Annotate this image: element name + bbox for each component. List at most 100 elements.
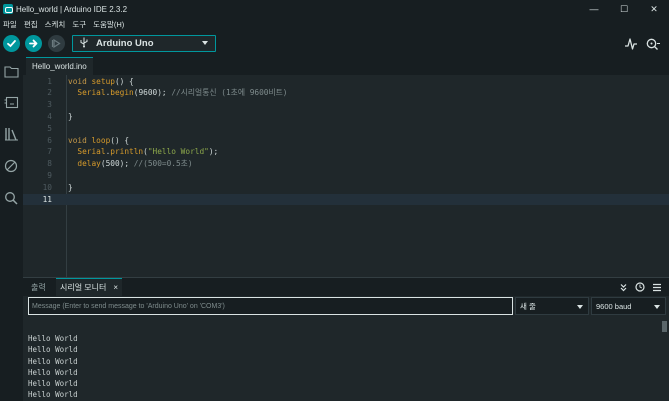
code-token: println xyxy=(110,147,144,157)
editor-tab-bar: Hello_world.ino xyxy=(23,56,669,75)
code-token: ); xyxy=(208,147,219,157)
code-token: } xyxy=(68,111,73,121)
title-bar: Hello_world | Arduino IDE 2.3.2 — ☐ ✕ xyxy=(0,0,669,18)
menu-file[interactable]: 파일 xyxy=(3,19,17,30)
serial-plotter-icon xyxy=(625,38,637,50)
code-line: 3 xyxy=(23,99,669,111)
code-text: void loop() { xyxy=(68,135,129,147)
tab-serial-monitor-label: 시리얼 모니터 xyxy=(60,283,107,292)
board-selector[interactable]: Arduino Uno xyxy=(72,35,216,52)
menu-tools[interactable]: 도구 xyxy=(72,19,86,30)
code-token: } xyxy=(68,182,73,192)
clear-output-button[interactable] xyxy=(651,281,663,293)
boards-manager-icon[interactable] xyxy=(3,94,19,110)
code-line: 4} xyxy=(23,111,669,123)
code-line: 9 xyxy=(23,170,669,182)
board-name: Arduino Uno xyxy=(96,38,154,49)
code-text: Serial.println("Hello World"); xyxy=(68,146,218,158)
code-token: loop xyxy=(91,135,111,145)
search-icon[interactable] xyxy=(3,190,19,206)
library-manager-icon[interactable] xyxy=(3,126,19,142)
chevron-down-icon xyxy=(577,305,583,309)
maximize-button[interactable]: ☐ xyxy=(609,0,639,18)
code-text: } xyxy=(68,182,73,194)
panel-tab-bar: 출력 시리얼 모니터 × xyxy=(23,278,669,296)
code-token: setup xyxy=(91,76,115,86)
menu-help[interactable]: 도움말(H) xyxy=(93,19,124,30)
menu-bar: 파일 편집 스케치 도구 도움말(H) xyxy=(0,18,669,31)
window-title: Hello_world | Arduino IDE 2.3.2 xyxy=(16,4,128,14)
clock-icon xyxy=(635,282,645,292)
menu-sketch[interactable]: 스케치 xyxy=(45,19,66,30)
code-token: Serial xyxy=(77,88,106,98)
code-line: 6 void loop() { xyxy=(23,135,669,147)
line-number: 6 xyxy=(47,135,52,145)
tab-output[interactable]: 출력 xyxy=(31,278,46,296)
menu-edit[interactable]: 편집 xyxy=(24,19,38,30)
code-line: 7 Serial.println("Hello World"); xyxy=(23,146,669,158)
line-number: 2 xyxy=(47,88,52,98)
debug-button[interactable] xyxy=(48,35,65,52)
sketchbook-icon[interactable] xyxy=(3,63,19,79)
minimize-button[interactable]: — xyxy=(579,0,609,18)
toggle-timestamp-button[interactable] xyxy=(634,281,646,293)
line-number: 9 xyxy=(47,170,52,180)
line-number: 1 xyxy=(47,76,52,86)
line-number: 7 xyxy=(47,147,52,157)
code-token: //(500=0.5초) xyxy=(133,159,193,169)
close-icon[interactable]: × xyxy=(113,283,118,292)
serial-output-line: Hello World xyxy=(28,356,78,366)
tab-serial-monitor[interactable]: 시리얼 모니터 × xyxy=(56,278,123,296)
code-token: //시리얼통신 (1초에 9600비트) xyxy=(171,88,288,98)
code-token: void xyxy=(68,135,87,145)
toolbar: Arduino Uno xyxy=(0,31,669,56)
code-token: Serial xyxy=(77,147,106,157)
code-token: delay xyxy=(77,159,101,169)
check-icon xyxy=(7,40,16,48)
code-editor[interactable]: 1 void setup() {2 Serial.begin(9600); //시… xyxy=(23,75,669,277)
verify-button[interactable] xyxy=(3,35,20,52)
serial-output-line: Hello World xyxy=(28,367,78,377)
baud-rate-value: 9600 baud xyxy=(596,301,632,311)
toggle-autoscroll-button[interactable] xyxy=(617,281,629,293)
code-token: begin xyxy=(110,88,134,98)
code-text: } xyxy=(68,111,73,123)
menu-lines-icon xyxy=(653,283,661,291)
serial-plotter-button[interactable] xyxy=(623,36,639,52)
debug-icon xyxy=(51,38,61,49)
line-number: 5 xyxy=(47,123,52,133)
serial-scrollbar[interactable] xyxy=(662,321,667,332)
code-line: 11 xyxy=(23,193,669,206)
chevron-down-icon xyxy=(202,41,208,45)
code-line: 10} xyxy=(23,182,669,194)
serial-output-line: Hello World xyxy=(28,390,78,400)
code-token: "Hello World" xyxy=(147,147,209,157)
code-token: () { xyxy=(110,135,130,145)
upload-button[interactable] xyxy=(25,35,42,52)
code-text: void setup() { xyxy=(68,76,134,88)
code-line: 2 Serial.begin(9600); //시리얼통신 (1초에 9600비… xyxy=(23,87,669,99)
tab-hello-world[interactable]: Hello_world.ino xyxy=(26,57,93,75)
debug-panel-icon[interactable] xyxy=(3,158,19,174)
close-window-button[interactable]: ✕ xyxy=(639,0,669,18)
serial-monitor-icon xyxy=(646,38,660,50)
code-line: 1 void setup() { xyxy=(23,76,669,88)
arrow-right-icon xyxy=(29,39,38,48)
chevron-double-down-icon xyxy=(620,283,626,291)
code-text: delay(500); //(500=0.5초) xyxy=(68,158,193,170)
serial-message-input[interactable]: Message (Enter to send message to 'Ardui… xyxy=(28,297,513,315)
serial-output: Hello World Hello World Hello World Hell… xyxy=(28,333,648,401)
serial-output-line: Hello World xyxy=(28,334,78,343)
code-text: Serial.begin(9600); //시리얼통신 (1초에 9600비트) xyxy=(68,87,288,99)
baud-rate-select[interactable]: 9600 baud xyxy=(591,297,666,315)
bottom-panel: 출력 시리얼 모니터 × Message (Enter to send mess… xyxy=(23,277,669,401)
line-number: 3 xyxy=(47,100,52,110)
serial-output-line: Hello World xyxy=(28,345,78,355)
code-token: void xyxy=(68,76,87,86)
code-token: () { xyxy=(114,76,134,86)
serial-output-line: Hello World xyxy=(28,379,78,389)
serial-monitor-button[interactable] xyxy=(645,36,661,52)
line-ending-select[interactable]: 새 줄 xyxy=(515,297,589,315)
